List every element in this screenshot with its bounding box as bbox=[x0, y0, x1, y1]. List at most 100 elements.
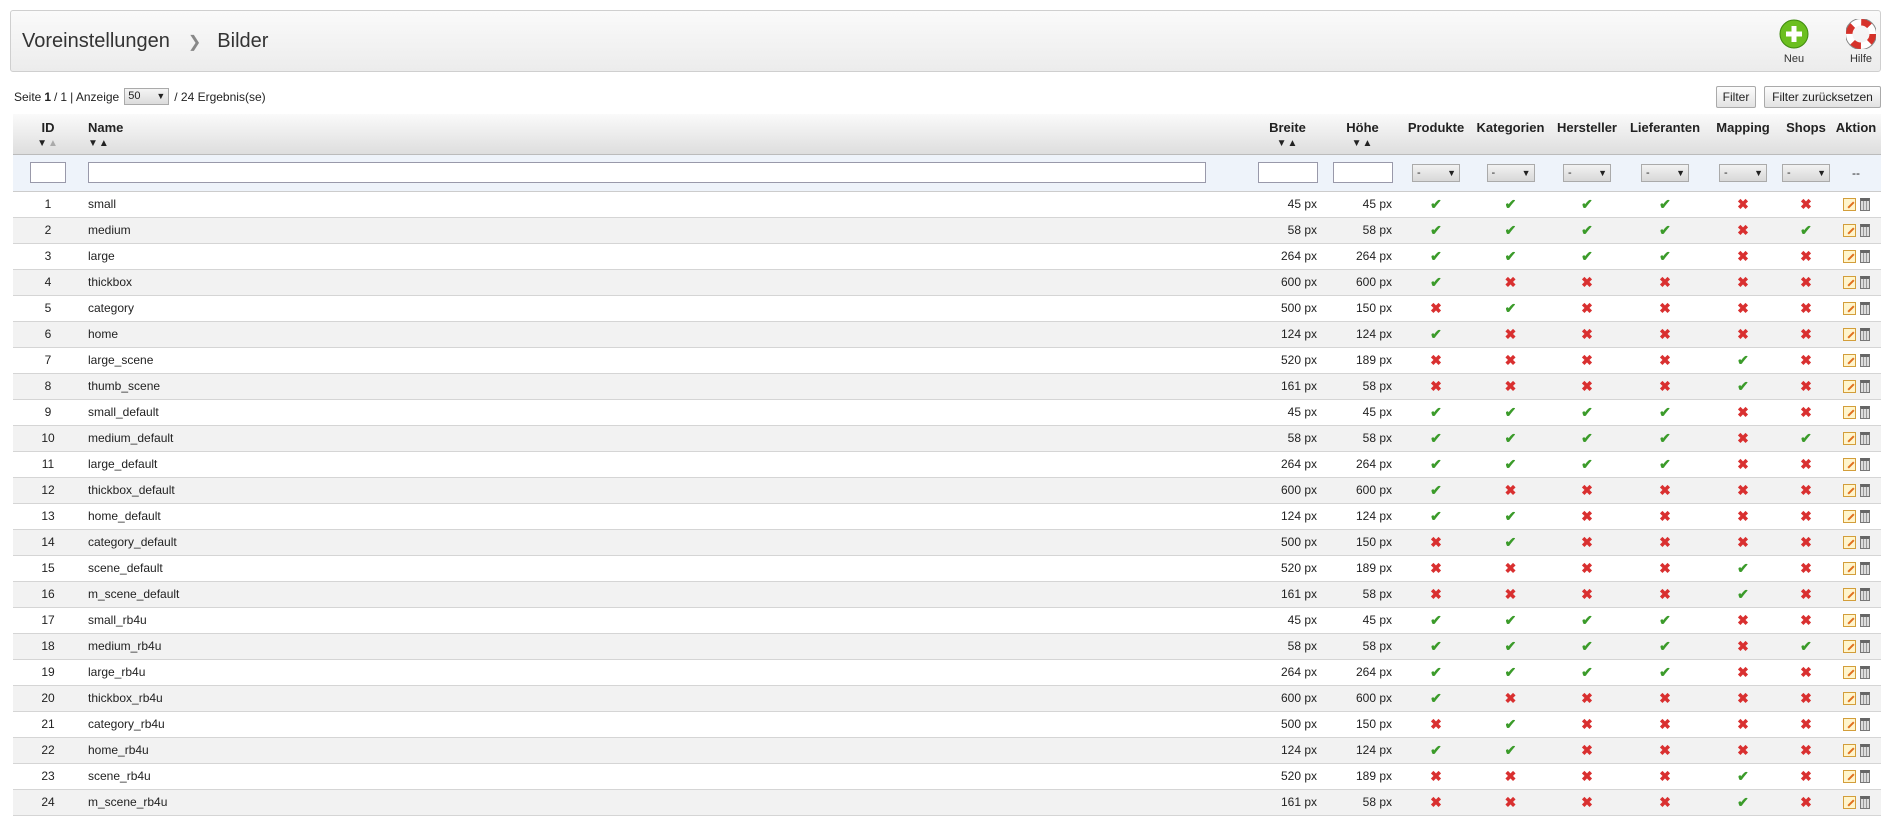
check-icon[interactable]: ✔ bbox=[1800, 638, 1812, 654]
cell-categories[interactable]: ✖ bbox=[1472, 269, 1549, 296]
check-icon[interactable]: ✔ bbox=[1800, 222, 1812, 238]
check-icon[interactable]: ✔ bbox=[1581, 456, 1593, 472]
filter-width-input[interactable] bbox=[1257, 162, 1318, 183]
cross-icon[interactable]: ✖ bbox=[1800, 716, 1812, 732]
check-icon[interactable]: ✔ bbox=[1505, 508, 1517, 524]
cross-icon[interactable]: ✖ bbox=[1430, 586, 1442, 602]
delete-icon[interactable] bbox=[1859, 588, 1870, 602]
cell-categories[interactable]: ✔ bbox=[1472, 217, 1549, 244]
cell-categories[interactable]: ✔ bbox=[1472, 295, 1549, 322]
cross-icon[interactable]: ✖ bbox=[1737, 196, 1749, 212]
delete-icon[interactable] bbox=[1859, 666, 1870, 680]
table-row[interactable]: 8 thumb_scene 161 px 58 px ✖ ✖ ✖ ✖ ✔ ✖ bbox=[13, 373, 1881, 400]
check-icon[interactable]: ✔ bbox=[1505, 300, 1517, 316]
edit-icon[interactable] bbox=[1842, 718, 1856, 732]
cell-categories[interactable]: ✖ bbox=[1472, 477, 1549, 504]
cell-shops[interactable]: ✖ bbox=[1781, 477, 1831, 504]
cell-categories[interactable]: ✖ bbox=[1472, 555, 1549, 582]
check-icon[interactable]: ✔ bbox=[1505, 248, 1517, 264]
edit-icon[interactable] bbox=[1842, 770, 1856, 784]
check-icon[interactable]: ✔ bbox=[1659, 404, 1671, 420]
cross-icon[interactable]: ✖ bbox=[1659, 794, 1671, 810]
table-row[interactable]: 15 scene_default 520 px 189 px ✖ ✖ ✖ ✖ ✔ ✖ bbox=[13, 555, 1881, 582]
cross-icon[interactable]: ✖ bbox=[1800, 690, 1812, 706]
check-icon[interactable]: ✔ bbox=[1505, 430, 1517, 446]
cell-shops[interactable]: ✖ bbox=[1781, 399, 1831, 426]
cell-mapping[interactable]: ✖ bbox=[1705, 295, 1781, 322]
cell-products[interactable]: ✖ bbox=[1400, 711, 1472, 738]
cross-icon[interactable]: ✖ bbox=[1581, 508, 1593, 524]
cell-suppliers[interactable]: ✖ bbox=[1625, 555, 1705, 582]
cross-icon[interactable]: ✖ bbox=[1800, 326, 1812, 342]
check-icon[interactable]: ✔ bbox=[1430, 482, 1442, 498]
cell-suppliers[interactable]: ✖ bbox=[1625, 763, 1705, 790]
cross-icon[interactable]: ✖ bbox=[1659, 326, 1671, 342]
edit-icon[interactable] bbox=[1842, 796, 1856, 810]
cross-icon[interactable]: ✖ bbox=[1581, 300, 1593, 316]
check-icon[interactable]: ✔ bbox=[1505, 456, 1517, 472]
table-row[interactable]: 18 medium_rb4u 58 px 58 px ✔ ✔ ✔ ✔ ✖ ✔ bbox=[13, 633, 1881, 660]
check-icon[interactable]: ✔ bbox=[1659, 430, 1671, 446]
cross-icon[interactable]: ✖ bbox=[1659, 586, 1671, 602]
cell-suppliers[interactable]: ✔ bbox=[1625, 191, 1705, 218]
cell-categories[interactable]: ✔ bbox=[1472, 737, 1549, 764]
delete-icon[interactable] bbox=[1859, 614, 1870, 628]
cell-categories[interactable]: ✔ bbox=[1472, 659, 1549, 686]
cell-suppliers[interactable]: ✖ bbox=[1625, 373, 1705, 400]
cell-suppliers[interactable]: ✖ bbox=[1625, 269, 1705, 296]
cross-icon[interactable]: ✖ bbox=[1505, 326, 1517, 342]
cell-products[interactable]: ✖ bbox=[1400, 347, 1472, 374]
table-row[interactable]: 24 m_scene_rb4u 161 px 58 px ✖ ✖ ✖ ✖ ✔ ✖ bbox=[13, 789, 1881, 816]
delete-icon[interactable] bbox=[1859, 406, 1870, 420]
cell-shops[interactable]: ✔ bbox=[1781, 633, 1831, 660]
cell-manufacturers[interactable]: ✖ bbox=[1549, 529, 1625, 556]
cell-mapping[interactable]: ✖ bbox=[1705, 217, 1781, 244]
cross-icon[interactable]: ✖ bbox=[1659, 508, 1671, 524]
delete-icon[interactable] bbox=[1859, 432, 1870, 446]
help-button[interactable]: Hilfe bbox=[1831, 19, 1891, 65]
cell-suppliers[interactable]: ✔ bbox=[1625, 633, 1705, 660]
cell-categories[interactable]: ✔ bbox=[1472, 451, 1549, 478]
cell-products[interactable]: ✔ bbox=[1400, 633, 1472, 660]
check-icon[interactable]: ✔ bbox=[1505, 716, 1517, 732]
edit-icon[interactable] bbox=[1842, 562, 1856, 576]
cell-products[interactable]: ✔ bbox=[1400, 477, 1472, 504]
cross-icon[interactable]: ✖ bbox=[1430, 534, 1442, 550]
delete-icon[interactable] bbox=[1859, 328, 1870, 342]
cell-products[interactable]: ✔ bbox=[1400, 217, 1472, 244]
cross-icon[interactable]: ✖ bbox=[1800, 248, 1812, 264]
table-row[interactable]: 5 category 500 px 150 px ✖ ✔ ✖ ✖ ✖ ✖ bbox=[13, 295, 1881, 322]
cell-manufacturers[interactable]: ✔ bbox=[1549, 217, 1625, 244]
check-icon[interactable]: ✔ bbox=[1430, 664, 1442, 680]
cell-manufacturers[interactable]: ✖ bbox=[1549, 503, 1625, 530]
cross-icon[interactable]: ✖ bbox=[1430, 716, 1442, 732]
cell-manufacturers[interactable]: ✖ bbox=[1549, 269, 1625, 296]
edit-icon[interactable] bbox=[1842, 510, 1856, 524]
cell-manufacturers[interactable]: ✖ bbox=[1549, 763, 1625, 790]
cell-mapping[interactable]: ✖ bbox=[1705, 503, 1781, 530]
table-row[interactable]: 19 large_rb4u 264 px 264 px ✔ ✔ ✔ ✔ ✖ ✖ bbox=[13, 659, 1881, 686]
cell-manufacturers[interactable]: ✖ bbox=[1549, 685, 1625, 712]
cross-icon[interactable]: ✖ bbox=[1659, 534, 1671, 550]
cell-shops[interactable]: ✖ bbox=[1781, 659, 1831, 686]
check-icon[interactable]: ✔ bbox=[1430, 248, 1442, 264]
cell-suppliers[interactable]: ✖ bbox=[1625, 737, 1705, 764]
cross-icon[interactable]: ✖ bbox=[1800, 482, 1812, 498]
check-icon[interactable]: ✔ bbox=[1800, 430, 1812, 446]
cell-suppliers[interactable]: ✔ bbox=[1625, 243, 1705, 270]
cross-icon[interactable]: ✖ bbox=[1737, 664, 1749, 680]
cross-icon[interactable]: ✖ bbox=[1737, 742, 1749, 758]
delete-icon[interactable] bbox=[1859, 796, 1870, 810]
cross-icon[interactable]: ✖ bbox=[1581, 560, 1593, 576]
cell-products[interactable]: ✔ bbox=[1400, 321, 1472, 348]
edit-icon[interactable] bbox=[1842, 328, 1856, 342]
cell-shops[interactable]: ✖ bbox=[1781, 347, 1831, 374]
check-icon[interactable]: ✔ bbox=[1737, 794, 1749, 810]
cell-suppliers[interactable]: ✔ bbox=[1625, 607, 1705, 634]
cell-manufacturers[interactable]: ✔ bbox=[1549, 633, 1625, 660]
cross-icon[interactable]: ✖ bbox=[1737, 222, 1749, 238]
delete-icon[interactable] bbox=[1859, 640, 1870, 654]
cell-shops[interactable]: ✔ bbox=[1781, 425, 1831, 452]
check-icon[interactable]: ✔ bbox=[1430, 404, 1442, 420]
cell-categories[interactable]: ✔ bbox=[1472, 711, 1549, 738]
